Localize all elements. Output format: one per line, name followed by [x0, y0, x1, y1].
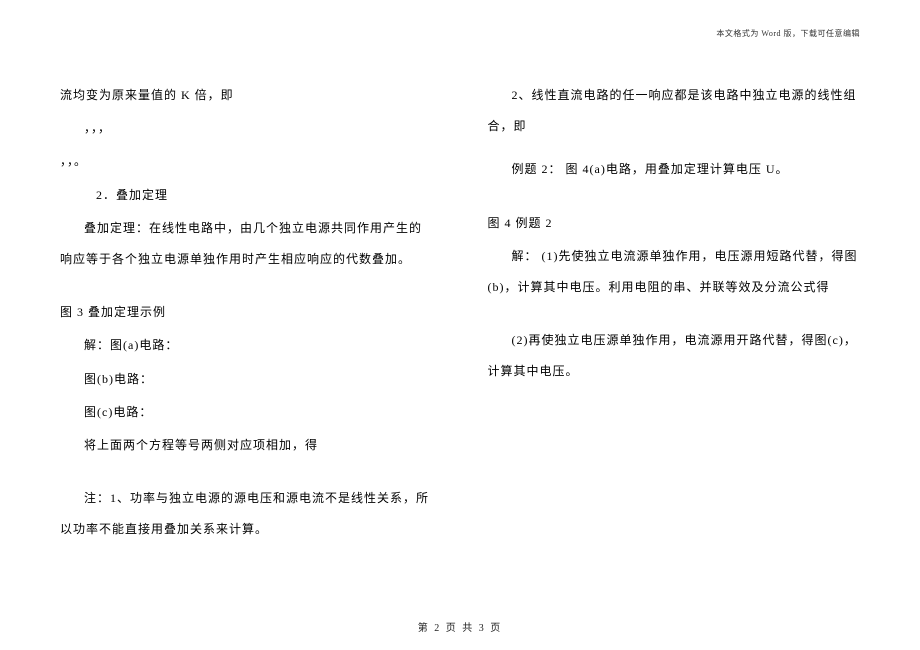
- note-text: 注：1、功率与独立电源的源电压和源电流不是线性关系，所以功率不能直接用叠加关系来…: [60, 483, 433, 545]
- document-body: 流均变为原来量值的 K 倍，即 ，，， ，，。 2．叠加定理 叠加定理：在线性电…: [60, 30, 860, 570]
- text-line: ，，，: [60, 113, 433, 144]
- text-paragraph: 叠加定理：在线性电路中，由几个独立电源共同作用产生的响应等于各个独立电源单独作用…: [60, 213, 433, 275]
- header-format-note: 本文格式为 Word 版，下载可任意编辑: [716, 28, 860, 39]
- blank-line: [488, 305, 861, 325]
- section-heading: 2．叠加定理: [60, 180, 433, 211]
- text-line: 将上面两个方程等号两侧对应项相加，得: [60, 430, 433, 461]
- example-intro: 例题 2： 图 4(a)电路，用叠加定理计算电压 U。: [488, 154, 861, 185]
- text-paragraph: 解： (1)先使独立电流源单独作用，电压源用短路代替，得图(b)，计算其中电压。…: [488, 241, 861, 303]
- blank-line: [488, 144, 861, 154]
- blank-line: [60, 463, 433, 483]
- note-text: 2、线性直流电路的任一响应都是该电路中独立电源的线性组合，即: [488, 80, 861, 142]
- text-line: 流均变为原来量值的 K 倍，即: [60, 80, 433, 111]
- figure-caption: 图 4 例题 2: [488, 208, 861, 239]
- page-footer: 第 2 页 共 3 页: [0, 619, 920, 634]
- text-line: 图(c)电路：: [60, 397, 433, 428]
- text-line: ，，。: [60, 146, 433, 177]
- text-paragraph: (2)再使独立电压源单独作用，电流源用开路代替，得图(c)，计算其中电压。: [488, 325, 861, 387]
- page-container: 本文格式为 Word 版，下载可任意编辑 流均变为原来量值的 K 倍，即 ，，，…: [0, 0, 920, 650]
- text-line: 解：图(a)电路：: [60, 330, 433, 361]
- blank-line: [60, 277, 433, 297]
- text-line: 图(b)电路：: [60, 364, 433, 395]
- blank-line: [488, 188, 861, 208]
- figure-caption: 图 3 叠加定理示例: [60, 297, 433, 328]
